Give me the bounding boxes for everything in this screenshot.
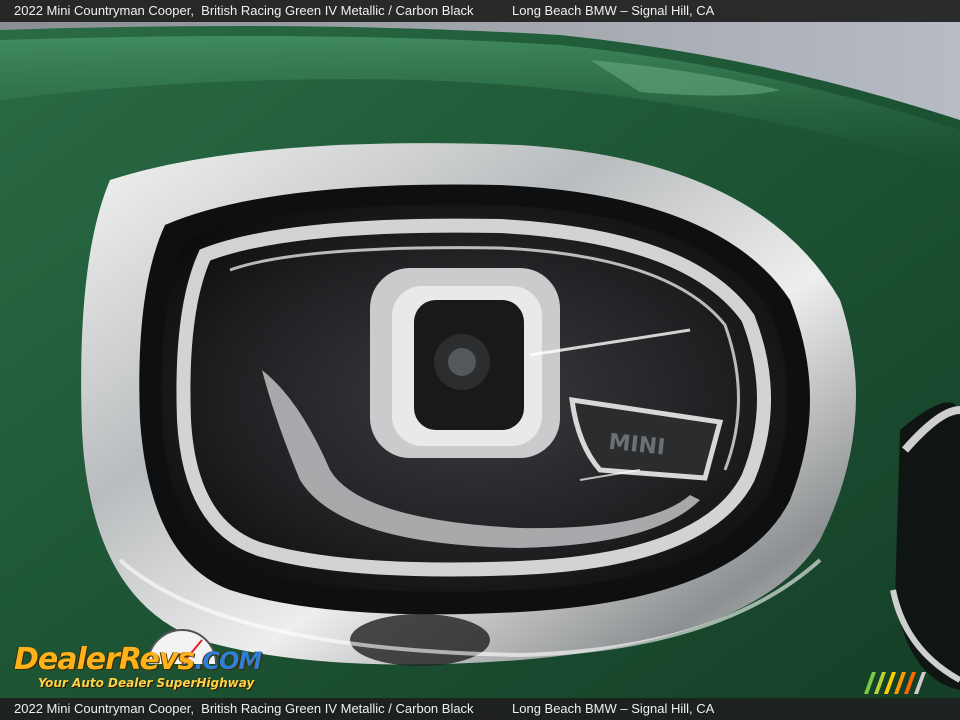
caption-vehicle-color: 2022 Mini Countryman Cooper, British Rac…: [14, 0, 474, 22]
caption-color-bottom: British Racing Green IV Metallic / Carbo…: [201, 701, 474, 716]
dealerrevs-watermark: DealerRevs.COM Your Auto Dealer SuperHig…: [12, 626, 272, 696]
headlight-photo: MINI: [0, 0, 960, 720]
caption-dealer-bottom: Long Beach BMW – Signal Hill, CA: [512, 701, 715, 716]
stripes-logo-icon: [864, 672, 926, 694]
bottom-caption-bar: 2022 Mini Countryman Cooper, British Rac…: [0, 698, 960, 720]
caption-vehicle-color-bottom: 2022 Mini Countryman Cooper, British Rac…: [14, 698, 474, 720]
caption-color: British Racing Green IV Metallic / Carbo…: [201, 3, 474, 18]
watermark-tagline: Your Auto Dealer SuperHighway: [38, 676, 255, 690]
caption-vehicle-bottom: 2022 Mini Countryman Cooper,: [14, 701, 194, 716]
watermark-brand: DealerRevs.COM: [14, 642, 262, 677]
top-caption-bar: 2022 Mini Countryman Cooper, British Rac…: [0, 0, 960, 22]
caption-dealer: Long Beach BMW – Signal Hill, CA: [512, 3, 715, 18]
caption-vehicle: 2022 Mini Countryman Cooper,: [14, 3, 194, 18]
